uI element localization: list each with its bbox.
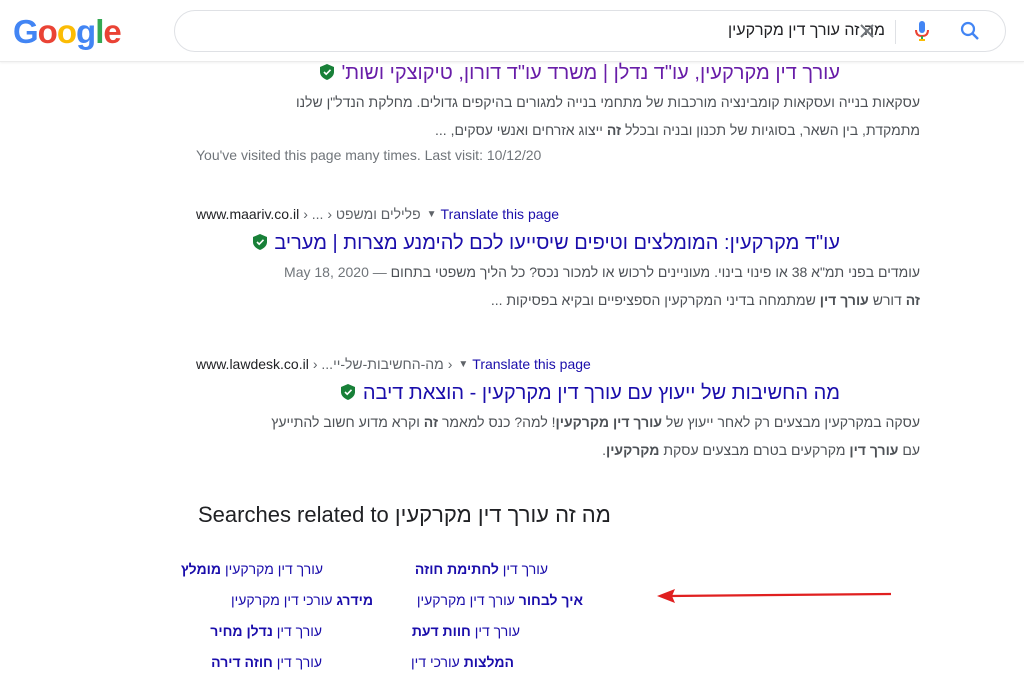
snippet-text: מקרקעים בטרם מבצעים עסקת <box>659 442 850 458</box>
result-date-sep: — <box>368 264 391 280</box>
related-plain: עורך דין מקרקעין <box>221 561 323 577</box>
related-plain: עורך דין <box>498 561 548 577</box>
related-search-item[interactable]: עורך דין מקרקעין מומלץ <box>181 561 323 577</box>
snippet-text: ! למה? כנס למאמר <box>438 414 556 430</box>
snippet-line: עסקאות בנייה ועסקאות קומבינציה מורכבות ש… <box>295 94 920 110</box>
result-title[interactable]: עו"ד מקרקעין: המומלצים וטיפים שיסייעו לכ… <box>252 230 840 256</box>
snippet-bold: עורך דין מקרקעין <box>555 414 663 430</box>
snippet-line: עם עורך דין מקרקעים בטרם מבצעים עסקת מקר… <box>196 436 920 464</box>
related-search-item[interactable]: המלצות עורכי דין <box>411 654 514 670</box>
mic-icon[interactable] <box>910 19 934 43</box>
snippet-text: שמתמחה בדיני המקרקעין הספציפיים ובקיא בפ… <box>490 292 820 308</box>
related-search-item[interactable]: עורך דין חוזה דירה <box>211 654 322 670</box>
snippet-bold: זה <box>423 414 439 430</box>
related-search-item[interactable]: מידרג עורכי דין מקרקעין <box>231 592 373 608</box>
result-url[interactable]: www.maariv.co.il <box>196 206 299 222</box>
related-bold: איך לבחור <box>518 592 583 608</box>
result-breadcrumb: › ... › פלילים ומשפט <box>303 206 421 222</box>
related-plain: עורך דין מקרקעין <box>416 592 519 608</box>
related-bold: נדלן מחיר <box>210 623 273 639</box>
snippet-line: עסקה במקרקעין מבצעים רק לאחר ייעוץ של עו… <box>196 408 920 436</box>
result-title[interactable]: עורך דין מקרקעין, עו"ד נדלן | משרד עו"ד … <box>319 60 840 86</box>
related-bold: מומלץ <box>180 561 222 577</box>
result-snippet: עסקאות בנייה ועסקאות קומבינציה מורכבות ש… <box>196 88 920 144</box>
result-snippet: עומדים בפני תמ"א 38 או פינוי בינוי. מעונ… <box>196 258 920 314</box>
result-cite: www.maariv.co.il › ... › פלילים ומשפט ▼ … <box>196 204 920 224</box>
snippet-line: זה דורש עורך דין שמתמחה בדיני המקרקעין ה… <box>196 286 920 314</box>
result-snippet: עסקה במקרקעין מבצעים רק לאחר ייעוץ של עו… <box>196 408 920 464</box>
related-bold: חוות דעת <box>411 623 471 639</box>
logo-letter-g: G <box>13 13 39 50</box>
snippet-bold: עורך דין <box>849 442 899 458</box>
related-search-item[interactable]: עורך דין נדלן מחיר <box>210 623 322 639</box>
search-input[interactable] <box>245 11 885 51</box>
snippet-text: עם <box>898 442 920 458</box>
snippet-bold: זה <box>606 122 622 138</box>
search-result-1: עורך דין מקרקעין, עו"ד נדלן | משרד עו"ד … <box>196 62 920 172</box>
verified-shield-icon <box>341 384 356 400</box>
result-title-text: מה החשיבות של ייעוץ עם עורך דין מקרקעין … <box>362 382 840 404</box>
result-cite: www.lawdesk.co.il › ...מה-החשיבות-של-יי … <box>196 354 920 374</box>
related-plain: עורך דין <box>272 623 322 639</box>
top-bar: Google <box>0 0 1024 62</box>
snippet-text: וקרא מדוע חשוב להתייעץ <box>271 414 424 430</box>
visited-note: You've visited this page many times. Las… <box>196 147 542 163</box>
related-bold: לחתימת חוזה <box>414 561 499 577</box>
verified-shield-icon <box>252 234 267 250</box>
snippet-text: עומדים בפני תמ"א 38 או פינוי בינוי. מעונ… <box>390 264 920 280</box>
search-box <box>174 10 1006 52</box>
search-icon[interactable] <box>958 19 982 43</box>
related-searches-title: Searches related to מה זה עורך דין מקרקע… <box>198 502 611 527</box>
translate-link[interactable]: Translate this page <box>472 356 591 372</box>
snippet-text: ייצוג אזרחים ואנשי עסקים, ... <box>435 122 607 138</box>
result-title-text: עו"ד מקרקעין: המומלצים וטיפים שיסייעו לכ… <box>274 232 840 254</box>
logo-letter-e: e <box>103 13 121 50</box>
related-plain: עורך דין <box>470 623 520 639</box>
result-breadcrumb: › ...מה-החשיבות-של-יי › <box>312 356 453 372</box>
related-bold: המלצות <box>463 654 514 670</box>
related-bold: חוזה דירה <box>211 654 273 670</box>
google-logo[interactable]: Google <box>13 12 122 52</box>
related-bold: מידרג <box>336 592 373 608</box>
verified-shield-icon <box>319 64 334 80</box>
search-result-2: www.maariv.co.il › ... › פלילים ומשפט ▼ … <box>196 204 920 334</box>
related-plain: עורך דין <box>272 654 322 670</box>
snippet-line: מתמקדת, בין השאר, בסוגיות של תכנון ובניה… <box>196 116 920 144</box>
dropdown-arrow-icon[interactable]: ▼ <box>458 359 468 370</box>
snippet-line: עומדים בפני תמ"א 38 או פינוי בינוי. מעונ… <box>196 258 920 286</box>
annotation-arrow-icon <box>657 589 892 603</box>
snippet-text: עסקה במקרקעין מבצעים רק לאחר ייעוץ של <box>662 414 920 430</box>
snippet-text: דורש <box>868 292 906 308</box>
related-plain: עורכי דין <box>411 654 464 670</box>
snippet-text: מתמקדת, בין השאר, בסוגיות של תכנון ובניה… <box>621 122 920 138</box>
related-search-item[interactable]: עורך דין לחתימת חוזה <box>415 561 548 577</box>
dropdown-arrow-icon[interactable]: ▼ <box>427 209 437 220</box>
related-search-item[interactable]: עורך דין חוות דעת <box>412 623 520 639</box>
logo-letter-o1: o <box>37 13 58 50</box>
logo-letter-g2: g <box>76 13 96 50</box>
close-icon[interactable] <box>855 19 879 43</box>
result-date: May 18, 2020 <box>284 264 369 280</box>
search-result-3: www.lawdesk.co.il › ...מה-החשיבות-של-יי … <box>196 354 920 484</box>
snippet-bold: מקרקעין <box>605 442 660 458</box>
snippet-bold: עורך דין <box>819 292 869 308</box>
related-search-item[interactable]: איך לבחור עורך דין מקרקעין <box>417 592 583 608</box>
search-divider <box>895 20 896 44</box>
logo-letter-l: l <box>95 13 104 50</box>
result-title[interactable]: מה החשיבות של ייעוץ עם עורך דין מקרקעין … <box>341 380 840 406</box>
snippet-bold: זה <box>905 292 920 308</box>
logo-letter-o2: o <box>56 13 77 50</box>
related-plain: עורכי דין מקרקעין <box>230 592 337 608</box>
translate-link[interactable]: Translate this page <box>441 206 560 222</box>
result-title-text: עורך דין מקרקעין, עו"ד נדלן | משרד עו"ד … <box>341 62 840 84</box>
result-url[interactable]: www.lawdesk.co.il <box>196 356 309 372</box>
